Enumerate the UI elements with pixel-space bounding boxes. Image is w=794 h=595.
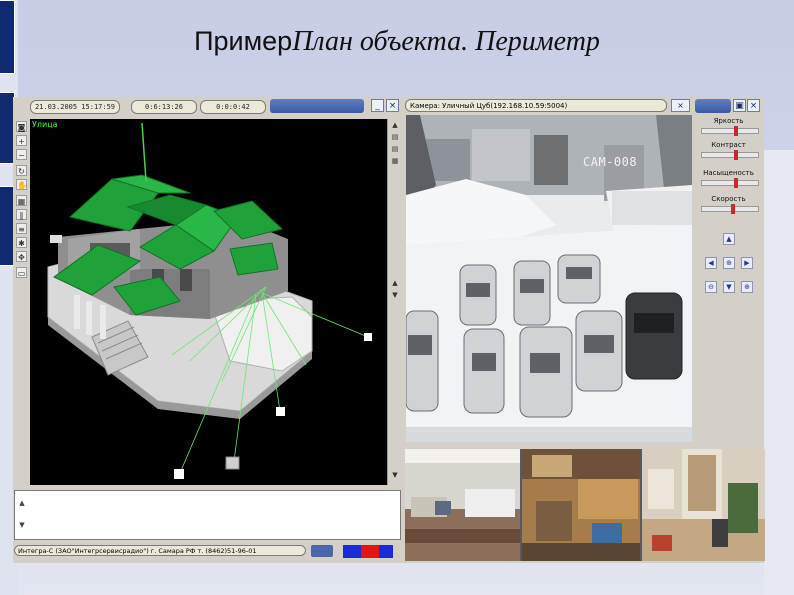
zoom-in-button[interactable]: ⊕ [741,281,753,293]
object-plan-3d-view[interactable]: Улица [30,119,387,485]
brightness-slider[interactable] [701,126,759,136]
surveillance-app-window: 21.03.2005 15:17:59 0:6:13:26 0:0:0:42 _… [13,97,765,563]
scroll-up-icon[interactable]: ▲ [390,279,400,288]
sensor-marker[interactable] [225,456,240,470]
zoom-out-icon[interactable]: − [16,149,27,160]
close-button[interactable]: × [386,99,399,112]
layer-icon[interactable]: ▦ [390,157,400,166]
scroll-down-icon[interactable]: ▼ [390,291,400,300]
date-field: 21.03.2005 15:17:59 [30,100,120,114]
pan-down-button[interactable]: ▼ [723,281,735,293]
building-model-drawing [47,122,372,479]
zoom-in-icon[interactable]: + [16,135,27,146]
event-log-panel[interactable]: ▲ ▼ [14,490,401,540]
decoration-panel [764,150,794,595]
slider-knob[interactable] [730,204,735,214]
select-icon[interactable]: ▭ [16,267,27,278]
camera-marker[interactable] [50,235,62,243]
camera-close-button[interactable]: × [671,99,690,112]
saturation-slider[interactable] [701,178,759,188]
camera-video-view[interactable]: CAM-008 [405,115,692,442]
layer-icon[interactable]: ▤ [390,145,400,154]
pan-left-button[interactable]: ◀ [705,257,717,269]
slider-knob[interactable] [733,126,738,136]
camera-overlay-label: CAM-008 [583,155,638,169]
timer-field: 0:0:0:42 [200,100,266,114]
controls-close-button[interactable]: × [747,99,760,112]
slide-title-prefix: Пример [194,26,293,56]
pan-right-button[interactable]: ▶ [741,257,753,269]
layer-icon[interactable]: ▤ [390,133,400,142]
plan-side-toolbar: ▲ ▤ ▤ ▦ ▲ ▼ ▼ [387,119,401,485]
list-icon[interactable]: ≡ [16,223,27,234]
camera-thumbnail-room[interactable] [642,449,765,561]
camera-thumbnail-hall[interactable] [522,449,640,561]
status-bar: Интегра-С (ЗАО"Интегрсервисрадио") г. Са… [14,543,404,559]
minimize-button[interactable]: _ [371,99,384,112]
camera-thumbnails-strip [405,449,765,561]
speed-label: Скорость [711,195,746,203]
move-icon[interactable]: ✥ [16,251,27,262]
camera-thumbnail-office[interactable] [405,449,520,561]
log-scroll-up[interactable]: ▲ [17,499,27,507]
settings-icon[interactable]: ✱ [16,237,27,248]
parking-lot-snapshot [405,115,692,442]
slide-title: ПримерПлан объекта. Периметр [0,26,794,58]
uptime-field: 0:6:13:26 [131,100,197,114]
slide-title-main: План объекта. Периметр [292,26,600,57]
sensor-marker[interactable] [276,407,285,416]
plan-view-label: Улица [32,120,58,129]
speed-slider[interactable] [701,204,759,214]
color-indicator-blue [379,545,393,558]
controls-pin-button[interactable]: ▣ [733,99,746,112]
brightness-label: Яркость [713,117,744,125]
camera-icon[interactable]: ◙ [16,121,27,132]
color-indicator-red [361,545,379,558]
saturation-label: Насыщеность [703,169,754,177]
sensor-marker[interactable] [174,469,184,479]
plan-title-bar [270,99,364,113]
left-toolbar: ◙ + − ↻ ✋ ▦ ‖ ≡ ✱ ✥ ▭ [14,119,29,484]
hand-icon[interactable]: ✋ [16,179,27,190]
scroll-down-icon[interactable]: ▼ [390,471,400,480]
zoom-out-button[interactable]: ⊖ [705,281,717,293]
sensor-marker[interactable] [364,333,372,341]
pan-up-button[interactable]: ▲ [723,233,735,245]
grid-icon[interactable]: ▦ [16,195,27,206]
color-indicator-blue [343,545,361,558]
status-indicator [311,545,333,557]
slider-knob[interactable] [733,178,738,188]
camera-title-field: Камера: Уличный Цуб(192.168.10.59:5004) [405,99,667,112]
contrast-label: Контраст [711,141,746,149]
pause-icon[interactable]: ‖ [16,209,27,220]
status-text: Интегра-С (ЗАО"Интегрсервисрадио") г. Са… [14,545,306,556]
scroll-up-icon[interactable]: ▲ [390,121,400,130]
rotate-icon[interactable]: ↻ [16,165,27,176]
camera-control-panel: Яркость Контраст Насыщеность Скорость ▲ … [695,113,762,444]
slider-knob[interactable] [733,150,738,160]
controls-title-bar [695,99,731,113]
center-button[interactable]: ⊕ [723,257,735,269]
contrast-slider[interactable] [701,150,759,160]
log-scroll-down[interactable]: ▼ [17,521,27,529]
